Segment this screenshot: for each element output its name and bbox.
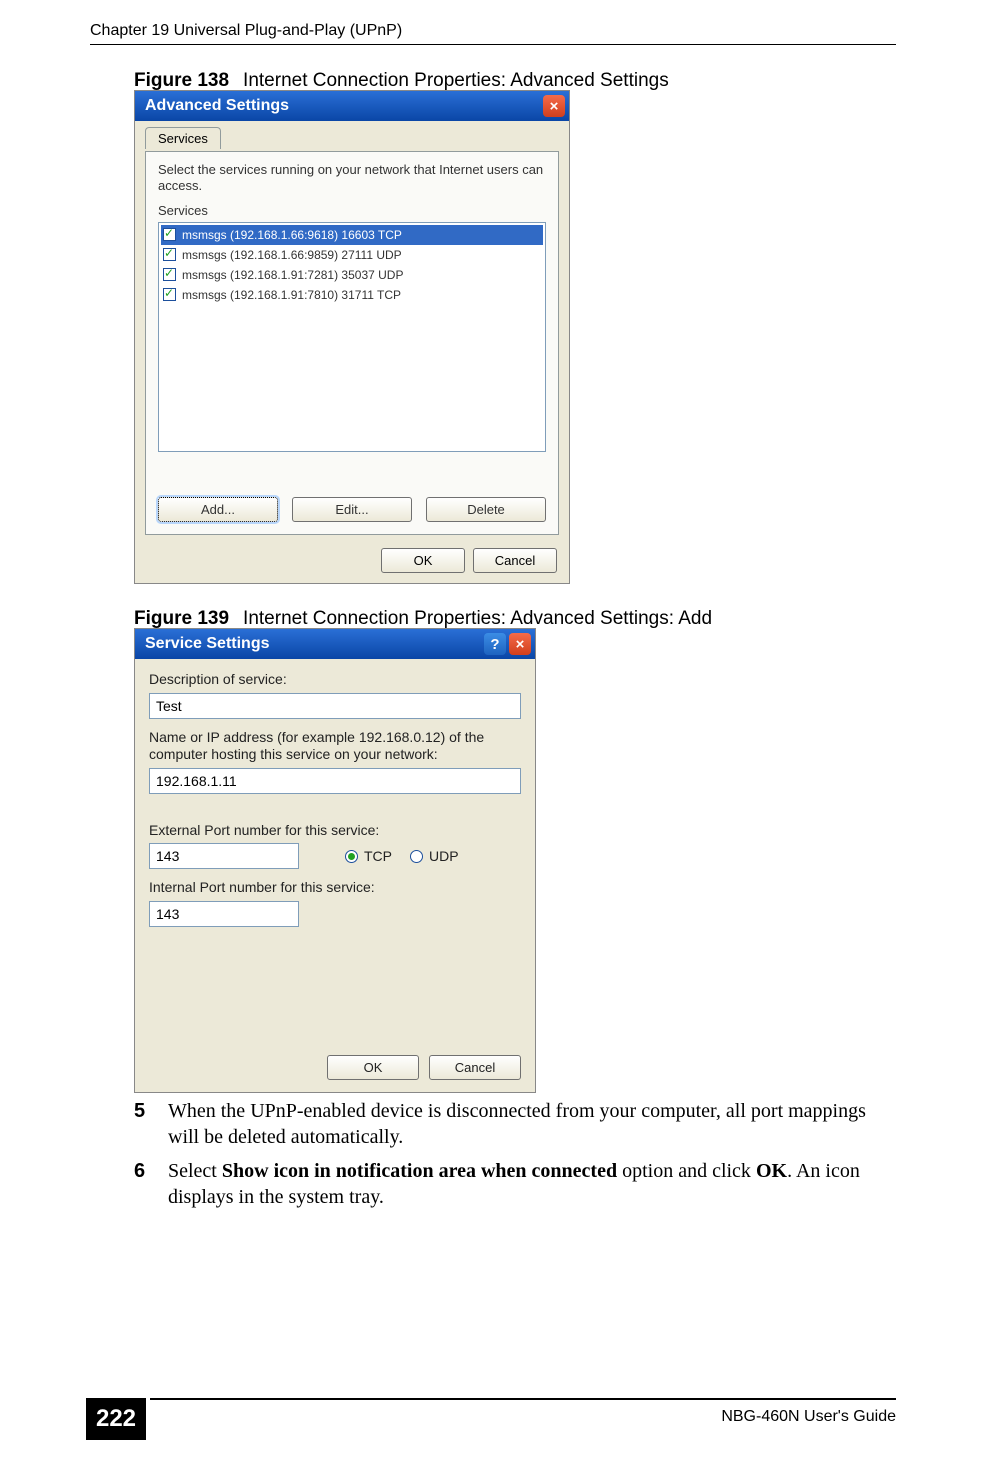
dialog-title: Service Settings — [145, 635, 270, 653]
figure-138-caption-text: Internet Connection Properties: Advanced… — [243, 70, 669, 91]
internal-port-label: Internal Port number for this service: — [149, 879, 521, 897]
figure-139-caption-text: Internet Connection Properties: Advanced… — [243, 608, 712, 629]
services-instruction: Select the services running on your netw… — [158, 162, 546, 195]
step-5-number: 5 — [134, 1098, 145, 1124]
step-6-text-a: Select — [168, 1160, 222, 1182]
service-settings-dialog: Service Settings ? × Description of serv… — [134, 628, 536, 1093]
ok-button[interactable]: OK — [381, 548, 465, 573]
checkbox-icon[interactable] — [163, 268, 176, 281]
host-label: Name or IP address (for example 192.168.… — [149, 729, 521, 764]
checkbox-icon[interactable] — [163, 288, 176, 301]
figure-138-label: Figure 138 — [134, 70, 229, 91]
udp-radio[interactable]: UDP — [410, 848, 459, 864]
description-label: Description of service: — [149, 671, 521, 689]
figure-139-label: Figure 139 — [134, 608, 229, 629]
step-6-ok: OK — [756, 1160, 787, 1182]
step-5-text: When the UPnP-enabled device is disconne… — [168, 1100, 866, 1148]
titlebar-buttons: ? × — [484, 633, 531, 655]
step-6-option: Show icon in notification area when conn… — [222, 1160, 617, 1182]
dialog-title: Advanced Settings — [145, 97, 289, 115]
list-item[interactable]: msmsgs (192.168.1.91:7281) 35037 UDP — [161, 265, 543, 285]
advanced-settings-dialog: Advanced Settings × Services Select the … — [134, 90, 570, 584]
services-panel: Select the services running on your netw… — [145, 151, 559, 535]
protocol-radio-group: TCP UDP — [345, 848, 459, 864]
external-port-input[interactable] — [149, 843, 299, 869]
titlebar: Advanced Settings × — [135, 91, 569, 121]
figure-138-caption: Figure 138 Internet Connection Properties… — [134, 70, 669, 92]
close-icon[interactable]: × — [509, 633, 531, 655]
help-icon[interactable]: ? — [484, 633, 506, 655]
radio-icon — [410, 850, 423, 863]
close-icon[interactable]: × — [543, 95, 565, 117]
external-port-row: TCP UDP — [149, 843, 521, 869]
host-input[interactable] — [149, 768, 521, 794]
ok-button[interactable]: OK — [327, 1055, 419, 1080]
service-text: msmsgs (192.168.1.91:7281) 35037 UDP — [182, 268, 403, 282]
tab-services[interactable]: Services — [145, 127, 221, 149]
chapter-header: Chapter 19 Universal Plug-and-Play (UPnP… — [90, 22, 896, 40]
dialog-footer: OK Cancel — [381, 548, 557, 573]
page: Chapter 19 Universal Plug-and-Play (UPnP… — [0, 0, 986, 1482]
titlebar-buttons: × — [543, 95, 565, 117]
radio-icon — [345, 850, 358, 863]
step-6-text-b: option and click — [617, 1160, 756, 1182]
step-5: 5 When the UPnP-enabled device is discon… — [168, 1098, 890, 1150]
edit-button[interactable]: Edit... — [292, 497, 412, 522]
dialog-body: Services Select the services running on … — [135, 121, 569, 583]
internal-port-input[interactable] — [149, 901, 299, 927]
figure-139-caption: Figure 139 Internet Connection Properties… — [134, 608, 712, 630]
header-rule — [90, 44, 896, 45]
tcp-label: TCP — [364, 848, 392, 864]
titlebar: Service Settings ? × — [135, 629, 535, 659]
list-item[interactable]: msmsgs (192.168.1.91:7810) 31711 TCP — [161, 285, 543, 305]
external-port-label: External Port number for this service: — [149, 822, 521, 840]
footer-rule — [150, 1398, 896, 1400]
step-6: 6 Select Show icon in notification area … — [168, 1158, 890, 1210]
service-buttons: Add... Edit... Delete — [158, 497, 546, 522]
service-text: msmsgs (192.168.1.66:9618) 16603 TCP — [182, 228, 402, 242]
services-listbox[interactable]: msmsgs (192.168.1.66:9618) 16603 TCP msm… — [158, 222, 546, 452]
udp-label: UDP — [429, 848, 459, 864]
tab-strip: Services — [145, 127, 559, 153]
services-group-label: Services — [158, 203, 546, 218]
service-text: msmsgs (192.168.1.91:7810) 31711 TCP — [182, 288, 401, 302]
dialog-body: Description of service: Name or IP addre… — [135, 659, 535, 1092]
checkbox-icon[interactable] — [163, 248, 176, 261]
cancel-button[interactable]: Cancel — [473, 548, 557, 573]
list-item[interactable]: msmsgs (192.168.1.66:9859) 27111 UDP — [161, 245, 543, 265]
tcp-radio[interactable]: TCP — [345, 848, 392, 864]
description-input[interactable] — [149, 693, 521, 719]
checkbox-icon[interactable] — [163, 228, 176, 241]
dialog-footer: OK Cancel — [327, 1055, 521, 1080]
page-number: 222 — [86, 1398, 146, 1440]
list-item[interactable]: msmsgs (192.168.1.66:9618) 16603 TCP — [161, 225, 543, 245]
step-6-number: 6 — [134, 1158, 145, 1184]
footer-guide: NBG-460N User's Guide — [721, 1408, 896, 1426]
delete-button[interactable]: Delete — [426, 497, 546, 522]
cancel-button[interactable]: Cancel — [429, 1055, 521, 1080]
service-text: msmsgs (192.168.1.66:9859) 27111 UDP — [182, 248, 402, 262]
add-button[interactable]: Add... — [158, 497, 278, 522]
